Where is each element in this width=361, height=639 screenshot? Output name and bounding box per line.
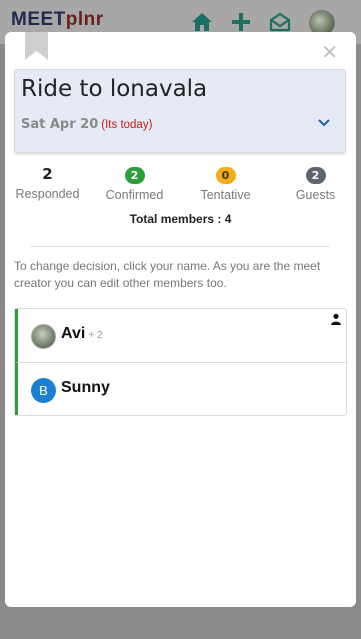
stat-tentative[interactable]: 0 Tentative bbox=[183, 164, 268, 202]
avatar bbox=[31, 324, 56, 349]
event-date: Sat Apr 20 (Its today) bbox=[21, 117, 152, 132]
stat-guests-badge: 2 bbox=[305, 167, 326, 184]
stat-confirmed[interactable]: 2 Confirmed bbox=[92, 164, 177, 202]
member-name-text: Sunny bbox=[61, 379, 110, 396]
stat-responded[interactable]: 2 Responded bbox=[5, 164, 90, 202]
app-logo[interactable]: MEETplnr bbox=[11, 9, 104, 31]
event-title: Ride to lonavala bbox=[21, 76, 208, 102]
creator-person-icon bbox=[331, 313, 341, 325]
stat-responded-label: Responded bbox=[15, 187, 80, 201]
member-row-avi[interactable]: Avi + 2 bbox=[15, 309, 346, 362]
event-date-text: Sat Apr 20 bbox=[21, 117, 99, 132]
stat-confirmed-badge: 2 bbox=[124, 167, 145, 184]
today-label: (Its today) bbox=[101, 119, 153, 131]
response-stats: 2 Responded 2 Confirmed 0 Tentative 2 Gu… bbox=[5, 164, 356, 204]
mail-open-icon[interactable] bbox=[268, 10, 292, 34]
stat-guests-label: Guests bbox=[295, 188, 336, 202]
stat-confirmed-label: Confirmed bbox=[105, 188, 164, 202]
stat-tentative-badge: 0 bbox=[215, 167, 236, 184]
total-members: Total members : 4 bbox=[129, 212, 232, 226]
stat-tentative-label: Tentative bbox=[200, 188, 251, 202]
member-name-text: Avi bbox=[61, 325, 86, 342]
chevron-down-icon[interactable] bbox=[317, 116, 331, 130]
divider bbox=[30, 246, 330, 247]
plus-icon[interactable] bbox=[229, 10, 253, 34]
close-icon[interactable]: ✕ bbox=[321, 40, 338, 64]
stat-guests[interactable]: 2 Guests bbox=[273, 164, 358, 202]
guest-count: + 2 bbox=[88, 330, 103, 341]
member-row-sunny[interactable]: B Sunny bbox=[15, 362, 346, 415]
logo-text-plnr: plnr bbox=[65, 9, 104, 30]
member-name: Sunny bbox=[61, 379, 110, 397]
avatar: B bbox=[31, 378, 56, 403]
stat-responded-count: 2 bbox=[42, 165, 53, 183]
instruction-text: To change decision, click your name. As … bbox=[14, 259, 321, 290]
meet-details-modal: ✕ Ride to lonavala Sat Apr 20 (Its today)… bbox=[5, 32, 356, 607]
logo-text-meet: MEET bbox=[11, 9, 66, 30]
member-list: Avi + 2 B Sunny bbox=[14, 308, 347, 416]
bookmark-icon[interactable] bbox=[25, 32, 48, 60]
event-card[interactable]: Ride to lonavala Sat Apr 20 (Its today) bbox=[14, 69, 346, 153]
home-icon[interactable] bbox=[190, 10, 214, 34]
member-name: Avi + 2 bbox=[61, 325, 103, 343]
